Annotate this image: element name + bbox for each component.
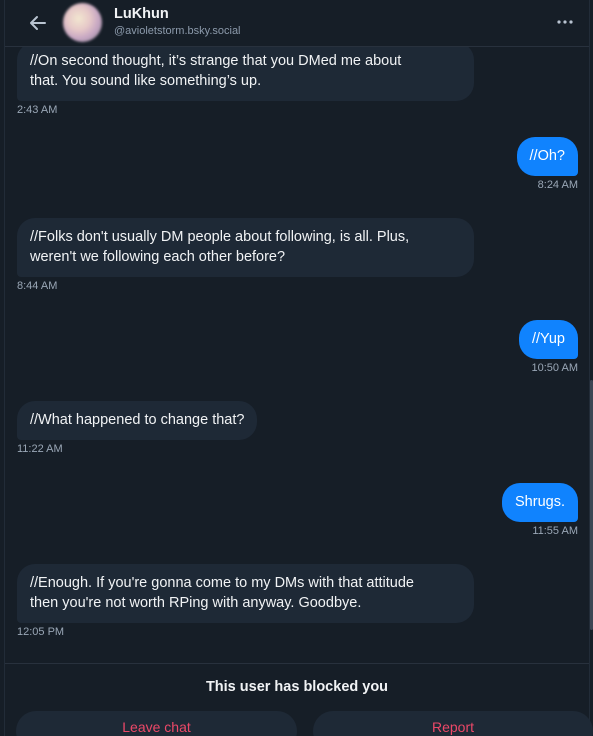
message-text-line: that. You sound like something’s up. [30, 73, 262, 89]
chat-window: LuKhun @avioletstorm.bsky.social //On se… [4, 0, 593, 736]
footer-divider [5, 663, 589, 664]
message-text-line: Shrugs. [515, 494, 565, 510]
message-item: //What happened to change that? 11:22 AM [17, 401, 258, 455]
message-text-line: //On second thought, it’s strange that y… [30, 53, 402, 69]
message-time: 12:05 PM [17, 626, 65, 638]
message-text-line: //Enough. If you're gonna come to my DMs… [30, 575, 414, 591]
arrow-left-icon [30, 16, 46, 30]
message-time: 8:24 AM [537, 179, 578, 191]
message-time: 11:55 AM [532, 525, 578, 537]
more-options-button[interactable] [555, 12, 575, 32]
message-text-line: //Folks don't usually DM people about fo… [30, 229, 410, 245]
message-bubble[interactable]: //Yup [518, 320, 578, 359]
message-bubble[interactable]: Shrugs. [502, 483, 578, 522]
report-button[interactable]: Report [313, 711, 593, 736]
message-list[interactable]: //On second thought, it’s strange that y… [5, 42, 589, 663]
chat-header: LuKhun @avioletstorm.bsky.social [5, 0, 589, 47]
user-handle: @avioletstorm.bsky.social [114, 25, 241, 37]
message-item: //On second thought, it’s strange that y… [17, 42, 474, 116]
message-text-line: weren't we following each other before? [30, 249, 286, 265]
message-bubble[interactable]: //Folks don't usually DM people about fo… [17, 218, 474, 277]
message-item: //Folks don't usually DM people about fo… [17, 218, 474, 292]
message-bubble[interactable]: //Enough. If you're gonna come to my DMs… [17, 564, 474, 623]
message-item: //Enough. If you're gonna come to my DMs… [17, 564, 474, 638]
message-bubble[interactable]: //What happened to change that? [17, 401, 258, 440]
app: LuKhun @avioletstorm.bsky.social //On se… [0, 0, 593, 736]
leave-chat-button[interactable]: Leave chat [16, 711, 297, 736]
message-item: Shrugs. 11:55 AM [502, 483, 578, 537]
message-item: //Yup 10:50 AM [518, 320, 578, 374]
blocked-notice: This user has blocked you [205, 679, 389, 695]
message-time: 11:22 AM [17, 443, 63, 455]
message-bubble[interactable]: //On second thought, it’s strange that y… [17, 42, 474, 101]
back-button[interactable] [25, 10, 51, 36]
avatar[interactable] [63, 3, 102, 42]
message-time: 10:50 AM [531, 362, 578, 374]
message-item: //Oh? 8:24 AM [516, 137, 578, 191]
message-time: 2:43 AM [17, 104, 58, 116]
message-text-line: //What happened to change that? [30, 412, 245, 428]
message-text-line: //Yup [531, 331, 565, 347]
message-text-line: //Oh? [529, 148, 565, 164]
message-bubble[interactable]: //Oh? [516, 137, 578, 176]
ellipsis-icon [557, 20, 573, 24]
message-time: 8:44 AM [17, 280, 58, 292]
user-name[interactable]: LuKhun [114, 6, 169, 22]
message-text-line: then you're not worth RPing with anyway.… [30, 595, 362, 611]
